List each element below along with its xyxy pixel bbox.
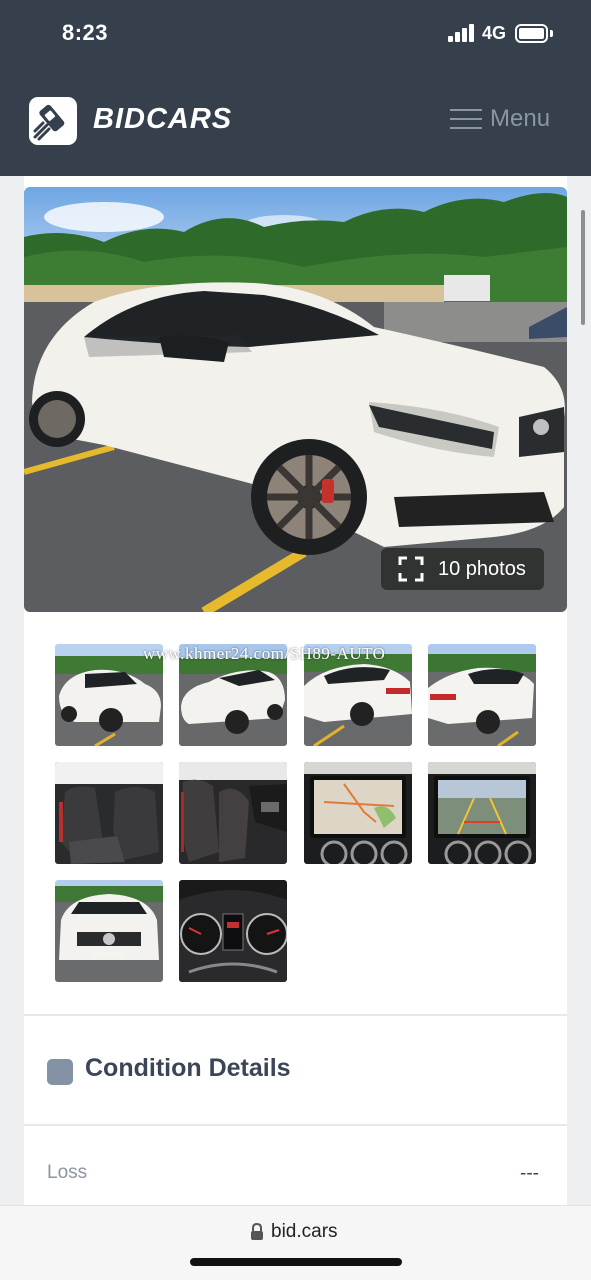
network-type: 4G: [482, 23, 507, 43]
thumbnail-rear-left-exterior[interactable]: [428, 644, 536, 746]
section-divider: [24, 1014, 567, 1016]
section-divider: [24, 1124, 567, 1126]
photo-count: 10 photos: [438, 557, 526, 580]
home-indicator[interactable]: [190, 1258, 402, 1266]
loss-label: Loss: [47, 1162, 88, 1183]
view-all-photos-button[interactable]: 10 photos: [381, 548, 544, 590]
status-time: 8:23: [62, 20, 109, 45]
menu-label: Menu: [490, 105, 551, 132]
fullscreen-icon: [398, 556, 424, 582]
hamburger-icon: [450, 107, 482, 131]
thumbnail-instrument-cluster[interactable]: [179, 880, 287, 982]
thumbnail-front-exterior[interactable]: [55, 880, 163, 982]
thumbnail-rear-seats[interactable]: [55, 762, 163, 864]
loss-value: ---: [520, 1163, 539, 1184]
app-header: 8:23 4G BIDCARS Menu: [0, 0, 591, 176]
thumbnail-navigation-screen[interactable]: [304, 762, 412, 864]
scrollbar[interactable]: [581, 210, 585, 325]
status-bar: 8:23 4G: [0, 0, 591, 66]
condition-section-title: Condition Details: [85, 1054, 291, 1082]
brand-logo-icon[interactable]: [29, 97, 77, 145]
thumbnail-front-seats[interactable]: [179, 762, 287, 864]
url-text[interactable]: bid.cars: [271, 1221, 338, 1243]
watermark-text: www.khmer24.com/SH89-AUTO: [143, 644, 386, 663]
section-marker-icon: [47, 1059, 73, 1085]
signal-icon: [448, 24, 476, 42]
menu-button[interactable]: Menu: [450, 104, 550, 134]
lock-icon: [251, 1223, 263, 1240]
brand-name[interactable]: BIDCARS: [93, 103, 232, 136]
battery-icon: [515, 24, 553, 43]
thumbnail-backup-camera-screen[interactable]: [428, 762, 536, 864]
